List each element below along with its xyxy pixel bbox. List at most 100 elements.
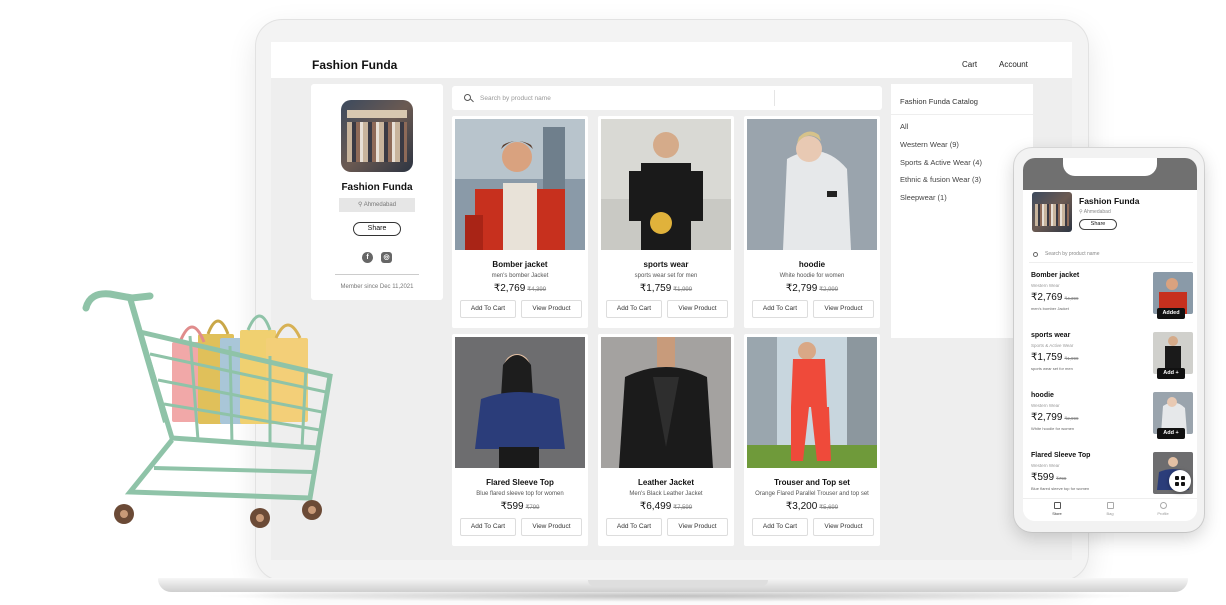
item-category: Western Wear (1031, 463, 1060, 468)
catalog-panel: Fashion Funda Catalog All Western Wear (… (891, 84, 1033, 338)
phone-frame: Fashion Funda ⚲ Ahmedabad Share Search b… (1014, 148, 1204, 532)
product-price: ₹2,799 ₹2,999 (744, 283, 880, 294)
price-original: ₹799 (1056, 476, 1067, 481)
catalog-item-western-wear[interactable]: Western Wear (9) (900, 140, 959, 149)
product-subtitle: sports wear set for men (634, 273, 698, 279)
search-bar (452, 86, 882, 110)
product-price: ₹2,769 ₹4,399 (452, 283, 588, 294)
share-button[interactable]: Share (353, 222, 401, 236)
store-location: ⚲ Ahmedabad (339, 198, 415, 212)
price-original: ₹1,999 (1064, 356, 1079, 361)
product-title[interactable]: Bomber jacket (452, 260, 588, 269)
view-product-button[interactable]: View Product (521, 300, 582, 318)
added-button[interactable]: Added (1157, 308, 1185, 319)
product-title[interactable]: Trouser and Top set (744, 478, 880, 487)
add-to-cart-button[interactable]: Add To Cart (752, 518, 808, 536)
search-input[interactable] (480, 92, 760, 104)
nav-cart-link[interactable]: Cart (962, 60, 977, 69)
add-button[interactable]: Add + (1157, 368, 1185, 379)
price-original: ₹5,699 (819, 505, 839, 511)
item-title: sports wear (1031, 332, 1071, 339)
grid-icon[interactable] (1169, 470, 1191, 492)
catalog-item-ethnic-fusion-wear[interactable]: Ethnic & fusion Wear (3) (900, 175, 981, 184)
catalog-item-all[interactable]: All (900, 122, 908, 131)
price-original: ₹4,399 (1064, 296, 1079, 301)
item-category: Sports & Active Wear (1031, 343, 1074, 348)
catalog-item-sports-active-wear[interactable]: Sports & Active Wear (4) (900, 158, 982, 167)
product-image[interactable] (601, 337, 731, 468)
product-card: Bomber jacket men's bomber Jacket ₹2,769… (452, 116, 588, 328)
add-to-cart-button[interactable]: Add To Cart (606, 518, 662, 536)
view-product-button[interactable]: View Product (521, 518, 582, 536)
store-location-text: Ahmedabad (1083, 209, 1111, 215)
laptop-screen: Fashion Funda Cart Account Fashion Funda… (271, 42, 1072, 560)
product-image[interactable] (747, 337, 877, 468)
nav-account-link[interactable]: Account (999, 60, 1028, 69)
facebook-icon[interactable]: f (362, 252, 373, 263)
product-image[interactable] (455, 337, 585, 468)
product-image[interactable] (455, 119, 585, 250)
product-price: ₹1,759 ₹1,999 (598, 283, 734, 294)
item-price: ₹1,759 ₹1,999 (1031, 352, 1079, 363)
bag-icon (1106, 502, 1114, 509)
product-image[interactable] (601, 119, 731, 250)
product-subtitle: Blue flared sleeve top for women (476, 491, 564, 497)
tab-bag[interactable]: Bag (1090, 502, 1130, 516)
product-title[interactable]: Leather Jacket (598, 478, 734, 487)
bottom-tab-bar: Store Bag Profile (1023, 498, 1197, 521)
instagram-icon[interactable]: ◎ (381, 252, 392, 263)
divider (774, 90, 775, 106)
item-title: Flared Sleeve Top (1031, 452, 1091, 459)
price-current: ₹2,799 (1031, 412, 1063, 423)
marketing-stage: Fashion Funda Cart Account Fashion Funda… (0, 0, 1226, 605)
product-card: sports wear sports wear set for men ₹1,7… (598, 116, 734, 328)
item-description: Blue flared sleeve top for women (1031, 486, 1090, 491)
catalog-title: Fashion Funda Catalog (900, 97, 978, 106)
item-category: Western Wear (1031, 403, 1060, 408)
product-title[interactable]: Flared Sleeve Top (452, 478, 588, 487)
price-original: ₹4,399 (527, 287, 547, 293)
view-product-button[interactable]: View Product (813, 518, 874, 536)
product-card: Flared Sleeve Top Blue flared sleeve top… (452, 334, 588, 546)
product-image[interactable] (747, 119, 877, 250)
store-profile-card: Fashion Funda ⚲ Ahmedabad Share f ◎ Memb… (311, 84, 443, 300)
view-product-button[interactable]: View Product (667, 300, 728, 318)
tab-profile[interactable]: Profile (1143, 502, 1183, 516)
product-subtitle: Men's Black Leather Jacket (629, 491, 703, 497)
price-current: ₹1,759 (1031, 352, 1063, 363)
price-current: ₹2,769 (1031, 292, 1063, 303)
product-subtitle: Orange Flared Parallel Trouser and top s… (755, 491, 869, 497)
tab-store[interactable]: Store (1037, 502, 1077, 516)
add-button[interactable]: Add + (1157, 428, 1185, 439)
store-icon (1053, 502, 1061, 509)
list-item[interactable]: sports wear Sports & Active Wear ₹1,759 ₹… (1023, 332, 1197, 392)
search-bar[interactable]: Search by product name (1029, 248, 1193, 263)
price-original: ₹799 (525, 505, 540, 511)
store-location-text: Ahmedabad (363, 202, 397, 208)
add-to-cart-button[interactable]: Add To Cart (460, 300, 516, 318)
tab-label: Bag (1106, 511, 1114, 516)
view-product-button[interactable]: View Product (813, 300, 874, 318)
catalog-item-sleepwear[interactable]: Sleepwear (1) (900, 193, 947, 202)
search-icon (1033, 252, 1038, 257)
add-to-cart-button[interactable]: Add To Cart (752, 300, 808, 318)
item-description: sports wear set for men (1031, 366, 1073, 371)
price-original: ₹2,999 (819, 287, 839, 293)
tab-label: Store (1052, 511, 1062, 516)
item-title: hoodie (1031, 392, 1054, 399)
phone-screen: Fashion Funda ⚲ Ahmedabad Share Search b… (1023, 158, 1197, 521)
store-location: ⚲ Ahmedabad (1079, 209, 1111, 215)
share-button[interactable]: Share (1079, 219, 1117, 230)
product-title[interactable]: sports wear (598, 260, 734, 269)
list-item[interactable]: hoodie Western Wear ₹2,799 ₹2,999 White h… (1023, 392, 1197, 452)
price-current: ₹2,769 (493, 283, 526, 294)
brand-logo[interactable]: Fashion Funda (312, 58, 397, 72)
add-to-cart-button[interactable]: Add To Cart (606, 300, 662, 318)
product-title[interactable]: hoodie (744, 260, 880, 269)
view-product-button[interactable]: View Product (667, 518, 728, 536)
price-original: ₹2,999 (1064, 416, 1079, 421)
list-item[interactable]: Bomber jacket Western Wear ₹2,769 ₹4,399 … (1023, 272, 1197, 332)
add-to-cart-button[interactable]: Add To Cart (460, 518, 516, 536)
store-avatar (1032, 192, 1072, 232)
divider (891, 114, 1033, 115)
